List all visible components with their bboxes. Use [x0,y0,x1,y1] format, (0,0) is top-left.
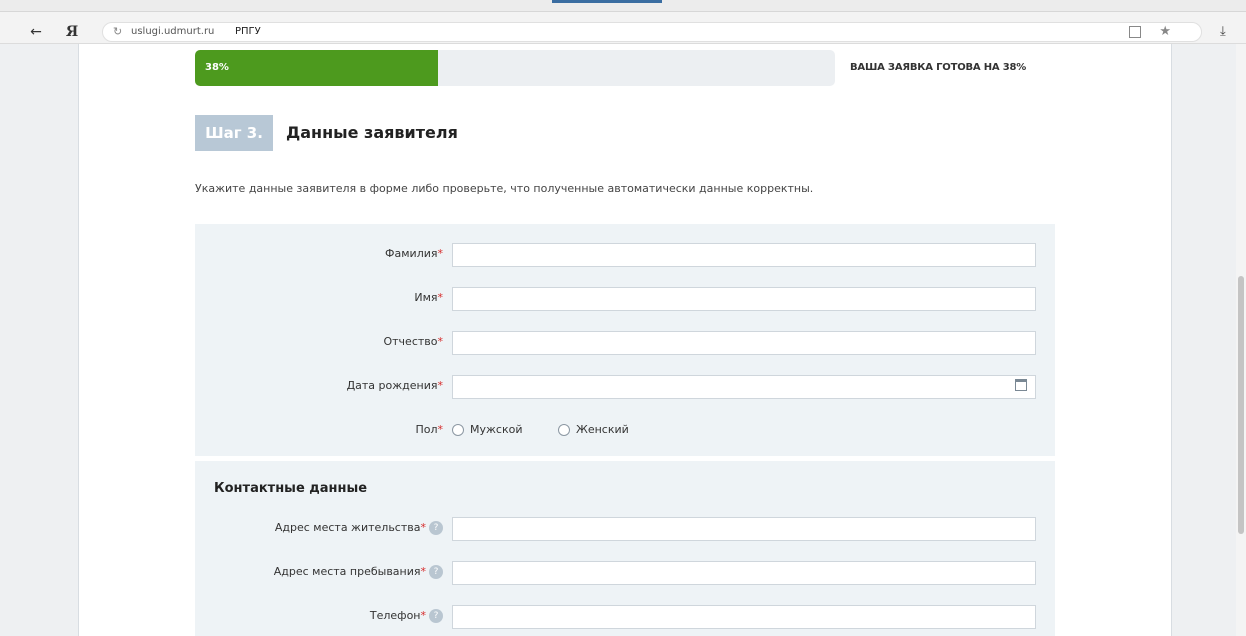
reload-icon[interactable]: ↻ [113,23,122,41]
address-bar[interactable]: ↻ uslugi.udmurt.ru РПГУ ★ [102,22,1202,42]
stay-address-label: Адрес места пребывания*? [203,559,443,585]
contacts-heading: Контактные данные [214,481,368,496]
intro-text: Укажите данные заявителя в форме либо пр… [195,182,814,195]
page-margin-right [1172,44,1236,636]
active-tab-indicator[interactable] [552,0,662,3]
first-name-label: Имя* [414,291,443,304]
progress-percent: 38% [205,62,229,73]
stay-address-input[interactable] [452,561,1036,585]
gender-female-radio[interactable] [558,424,570,436]
first-name-input[interactable] [452,287,1036,311]
scrollbar-thumb[interactable] [1238,276,1244,534]
content-edge-right [1171,44,1172,636]
gender-label: Пол* [415,423,443,436]
star-icon[interactable]: ★ [1159,23,1171,41]
arrow-left-icon[interactable]: ← [26,22,46,42]
residence-address-input[interactable] [452,517,1036,541]
help-icon[interactable]: ? [429,609,443,623]
browser-logo[interactable]: Я [62,22,82,42]
gender-female-label[interactable]: Женский [576,417,629,443]
surname-label: Фамилия* [385,247,443,260]
birth-date-input[interactable] [452,375,1036,399]
progress-status: ВАША ЗАЯВКА ГОТОВА НА 38% [850,62,1027,73]
scrollbar[interactable] [1236,44,1246,636]
tab-strip [0,0,1246,12]
progress-bar: 38% [195,50,835,86]
page-margin-left [0,44,78,636]
download-icon[interactable]: ⤓ [1220,22,1226,42]
surname-input[interactable] [452,243,1036,267]
progress-fill: 38% [195,50,439,86]
calendar-icon[interactable] [1015,379,1027,391]
help-icon[interactable]: ? [429,521,443,535]
page-title: РПГУ [235,26,261,37]
reader-mode-icon[interactable] [1129,26,1141,38]
patronymic-input[interactable] [452,331,1036,355]
residence-address-label: Адрес места жительства*? [203,515,443,541]
gender-male-radio[interactable] [452,424,464,436]
phone-input[interactable] [452,605,1036,629]
content-edge-left [78,44,79,636]
birth-date-label: Дата рождения* [346,379,443,392]
step-badge: Шаг 3. [195,115,273,151]
step-title: Данные заявителя [286,123,458,142]
help-icon[interactable]: ? [429,565,443,579]
phone-label: Телефон*? [203,603,443,629]
patronymic-label: Отчество* [383,335,443,348]
url-host: uslugi.udmurt.ru [131,26,215,37]
gender-male-label[interactable]: Мужской [470,417,522,443]
